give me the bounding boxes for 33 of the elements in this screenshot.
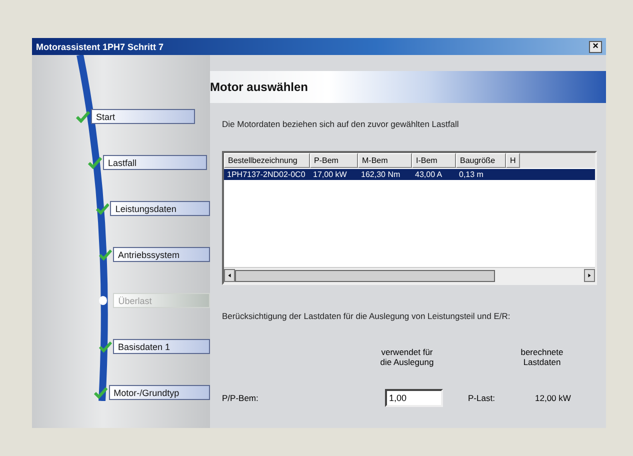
horizontal-scrollbar[interactable] xyxy=(224,267,595,283)
ratio-label: P/P-Bem: xyxy=(222,393,260,403)
step-button[interactable]: Lastfall xyxy=(103,155,207,170)
column-header[interactable]: Baugröße xyxy=(456,153,506,168)
calculated-column-heading: berechnete Lastdaten xyxy=(520,347,564,367)
scrollbar-thumb[interactable] xyxy=(235,270,495,282)
ratio-input[interactable]: 1,00 xyxy=(385,389,443,407)
table-cell-text: 43,00 A xyxy=(414,169,444,180)
load-label: P-Last: xyxy=(468,393,496,403)
step-button[interactable]: Leistungsdaten xyxy=(110,201,210,216)
table-cell-text: 17,00 kW xyxy=(312,169,348,180)
column-header[interactable]: M-Bem xyxy=(358,153,412,168)
step-button[interactable]: Motor-/Grundtyp xyxy=(108,385,210,400)
column-header[interactable]: H xyxy=(506,153,520,168)
load-note-text: Berücksichtigung der Lastdaten für die Auslegung von Leistungsteil und E/R: xyxy=(222,311,512,321)
table-cell-text: 162,30 Nm xyxy=(360,169,402,180)
column-header[interactable]: I-Bem xyxy=(412,153,456,168)
window-title: Motorassistent 1PH7 Schritt 7 xyxy=(36,42,164,52)
step-button[interactable]: Start xyxy=(91,109,195,124)
page-heading: Motor auswählen xyxy=(210,80,308,94)
table-row[interactable]: 1PH7137-2ND02-0C0 17,00 kW 162,30 Nm 43,00 A 0,13 m xyxy=(224,169,595,180)
load-value: 12,00 kW xyxy=(535,393,571,403)
table-cell-text: 1PH7137-2ND02-0C0 xyxy=(226,169,306,180)
close-button[interactable]: × xyxy=(589,40,602,52)
scroll-left-icon[interactable] xyxy=(224,269,235,282)
column-header[interactable]: P-Bem xyxy=(310,153,358,168)
scroll-right-icon[interactable] xyxy=(584,269,595,282)
table-cell-text: 0,13 m xyxy=(458,169,484,180)
step-button[interactable]: Basisdaten 1 xyxy=(112,339,210,354)
intro-text: Die Motordaten beziehen sich auf den zuvor gewählten Lastfall xyxy=(222,119,460,129)
used-column-heading: verwendet für die Auslegung xyxy=(379,347,435,367)
step-button[interactable]: Antriebssystem xyxy=(112,247,210,262)
column-header[interactable]: Bestellbezeichnung xyxy=(224,153,310,168)
